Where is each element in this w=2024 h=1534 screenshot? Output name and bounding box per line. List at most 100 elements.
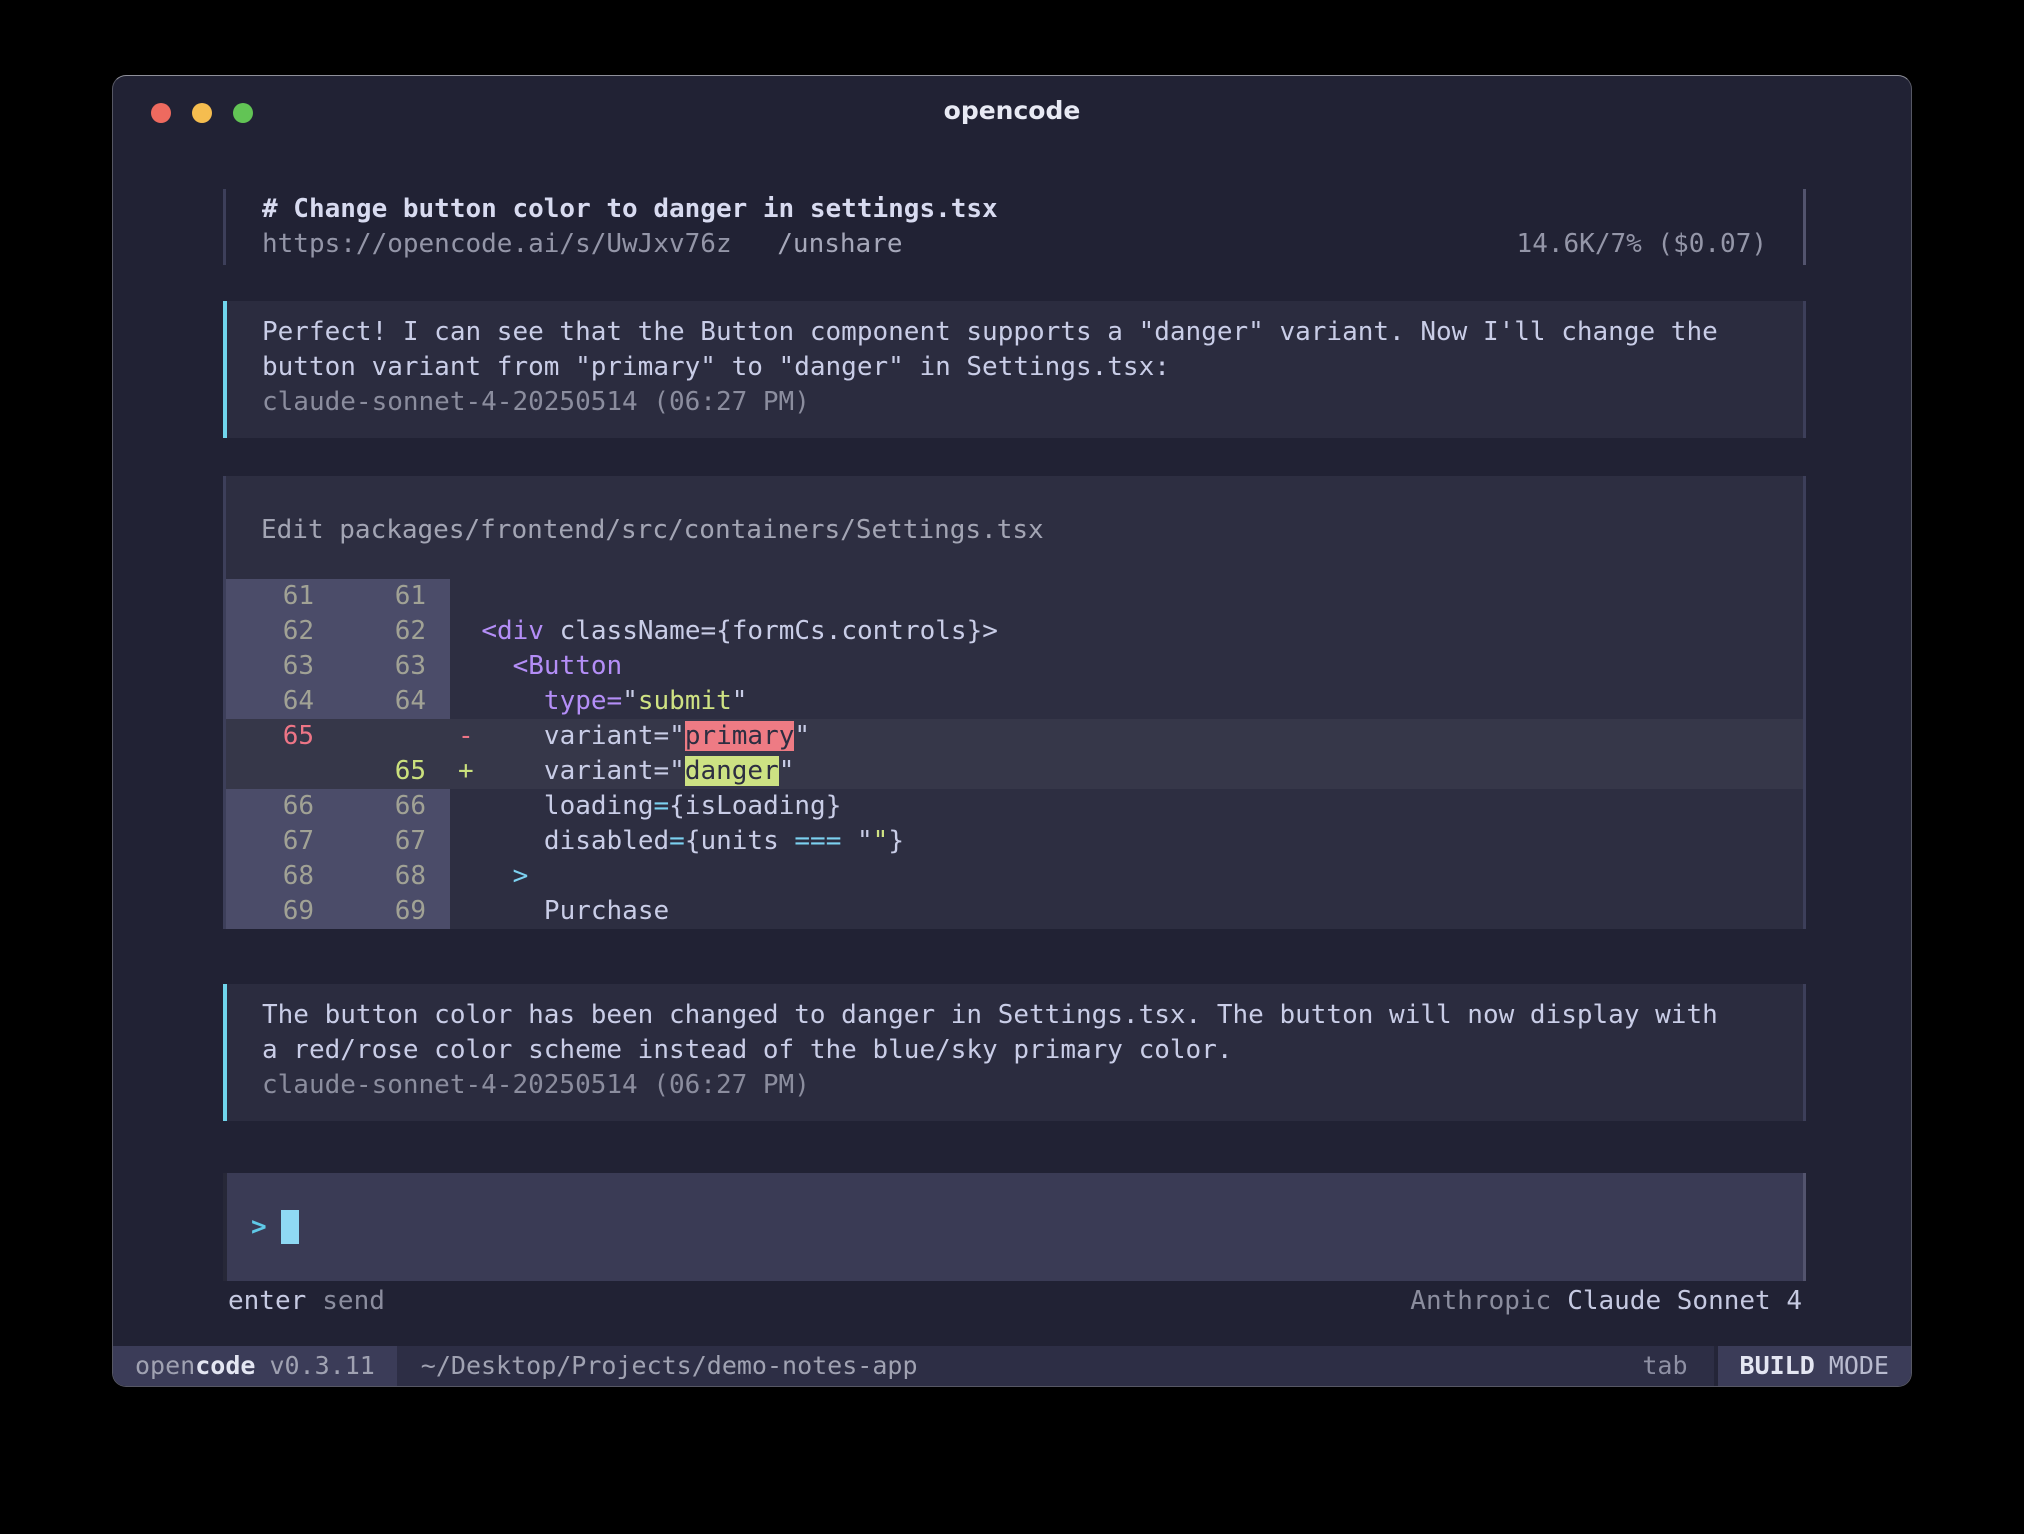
old-line-number: 62 (226, 614, 338, 649)
edit-tool-call: Edit packages/frontend/src/containers/Se… (223, 476, 1806, 929)
diff-code-line: > (450, 859, 1803, 894)
mode-chip[interactable]: BUILD MODE (1718, 1346, 1911, 1386)
code-token: disabled (450, 826, 669, 856)
code-token (450, 861, 513, 891)
code-token: Purchase (450, 896, 669, 926)
mode-primary-label: BUILD (1740, 1351, 1815, 1380)
code-token: submit (638, 686, 732, 716)
old-line-number: 65 (226, 719, 338, 754)
old-line-number: 63 (226, 649, 338, 684)
message-line: button variant from "primary" to "danger… (262, 350, 1803, 385)
diff-row: 6666 loading={isLoading} (226, 789, 1803, 824)
diff-row: 6767 disabled={units === ""} (226, 824, 1803, 859)
code-token: variant=" (450, 721, 685, 751)
app-name-suffix: code (195, 1351, 255, 1380)
new-line-number: 64 (338, 684, 450, 719)
hints-row: enter send Anthropic Claude Sonnet 4 (223, 1284, 1806, 1319)
enter-key-hint: enter (228, 1286, 306, 1316)
code-token (450, 616, 481, 646)
code-token: " (622, 686, 638, 716)
code-token: " (794, 721, 810, 751)
message-line: The button color has been changed to dan… (262, 998, 1803, 1033)
code-token: " (841, 826, 872, 856)
old-line-number (226, 754, 338, 789)
diff-code-line: disabled={units === ""} (450, 824, 1803, 859)
new-line-number: 61 (338, 579, 450, 614)
code-token: <div (481, 616, 544, 646)
working-directory: ~/Desktop/Projects/demo-notes-app (421, 1346, 1643, 1386)
diff-row: 6262 <div className={formCs.controls}> (226, 614, 1803, 649)
diff-code-line: - variant="primary" (450, 719, 1803, 754)
removed-line-sign: - (458, 719, 474, 754)
diff-code-line: loading={isLoading} (450, 789, 1803, 824)
diff-row: 6161 (226, 579, 1803, 614)
diff-row: 65+ variant="danger" (226, 754, 1803, 789)
status-bar: opencode v0.3.11 ~/Desktop/Projects/demo-… (113, 1346, 1911, 1386)
code-token: className={formCs.controls}> (544, 616, 998, 646)
window-title: opencode (113, 96, 1911, 125)
message-line: a red/rose color scheme instead of the b… (262, 1033, 1803, 1068)
code-token: <Button (513, 651, 623, 681)
assistant-message: The button color has been changed to dan… (223, 984, 1806, 1121)
unshare-command[interactable]: /unshare (777, 229, 902, 259)
diff-code-line: <div className={formCs.controls}> (450, 614, 1803, 649)
old-line-number: 64 (226, 684, 338, 719)
diff-row: 6969 Purchase (226, 894, 1803, 929)
new-line-number: 66 (338, 789, 450, 824)
send-hint: enter send (228, 1284, 385, 1319)
code-token: variant=" (450, 756, 685, 786)
diff-code-line: <Button (450, 649, 1803, 684)
diff-row: 65 - variant="primary" (226, 719, 1803, 754)
text-cursor (281, 1210, 299, 1244)
diff-code-line: Purchase (450, 894, 1803, 929)
share-url-link[interactable]: https://opencode.ai/s/UwJxv76z (262, 229, 732, 259)
code-token: = (669, 826, 685, 856)
code-token: } (888, 826, 904, 856)
prompt-input[interactable]: > (223, 1173, 1806, 1281)
new-line-number: 69 (338, 894, 450, 929)
edit-tool-title: Edit packages/frontend/src/containers/Se… (261, 513, 1044, 548)
mode-secondary-label: MODE (1829, 1351, 1889, 1380)
tab-key-hint[interactable]: tab (1642, 1346, 1687, 1386)
diff-code-line: type="submit" (450, 684, 1803, 719)
code-token: = (654, 791, 670, 821)
new-line-number: 62 (338, 614, 450, 649)
code-token: = (607, 686, 623, 716)
new-line-number (338, 719, 450, 754)
code-token: loading (450, 791, 654, 821)
message-model-meta: claude-sonnet-4-20250514 (06:27 PM) (262, 1068, 1803, 1103)
old-line-number: 66 (226, 789, 338, 824)
app-version: v0.3.11 (269, 1351, 374, 1380)
send-action-label: send (322, 1286, 385, 1316)
new-line-number: 63 (338, 649, 450, 684)
share-info: https://opencode.ai/s/UwJxv76z /unshare (262, 227, 903, 262)
app-name-prefix: open (135, 1351, 195, 1380)
code-token: primary (685, 721, 795, 751)
code-token: {isLoading} (669, 791, 841, 821)
diff-row: 6868 > (226, 859, 1803, 894)
code-token: danger (685, 756, 779, 786)
old-line-number: 69 (226, 894, 338, 929)
diff-code-line: + variant="danger" (450, 754, 1803, 789)
model-indicator: Anthropic Claude Sonnet 4 (1410, 1284, 1802, 1319)
message-line: Perfect! I can see that the Button compo… (262, 315, 1803, 350)
new-line-number: 67 (338, 824, 450, 859)
code-token (450, 651, 513, 681)
assistant-message: Perfect! I can see that the Button compo… (223, 301, 1806, 438)
old-line-number: 61 (226, 579, 338, 614)
added-line-sign: + (458, 754, 474, 789)
model-name: Claude Sonnet 4 (1567, 1286, 1802, 1316)
session-header: # Change button color to danger in setti… (223, 189, 1806, 265)
code-token (450, 686, 544, 716)
code-token: {units (685, 826, 795, 856)
status-divider (1714, 1346, 1718, 1386)
code-token: > (513, 861, 529, 891)
code-token: " (779, 756, 795, 786)
window-titlebar: opencode (113, 76, 1911, 142)
provider-name: Anthropic (1410, 1286, 1551, 1316)
app-version-chip: opencode v0.3.11 (113, 1346, 397, 1386)
code-token: type (544, 686, 607, 716)
code-token: " (873, 826, 889, 856)
prompt-symbol: > (251, 1212, 267, 1242)
diff-row: 6363 <Button (226, 649, 1803, 684)
